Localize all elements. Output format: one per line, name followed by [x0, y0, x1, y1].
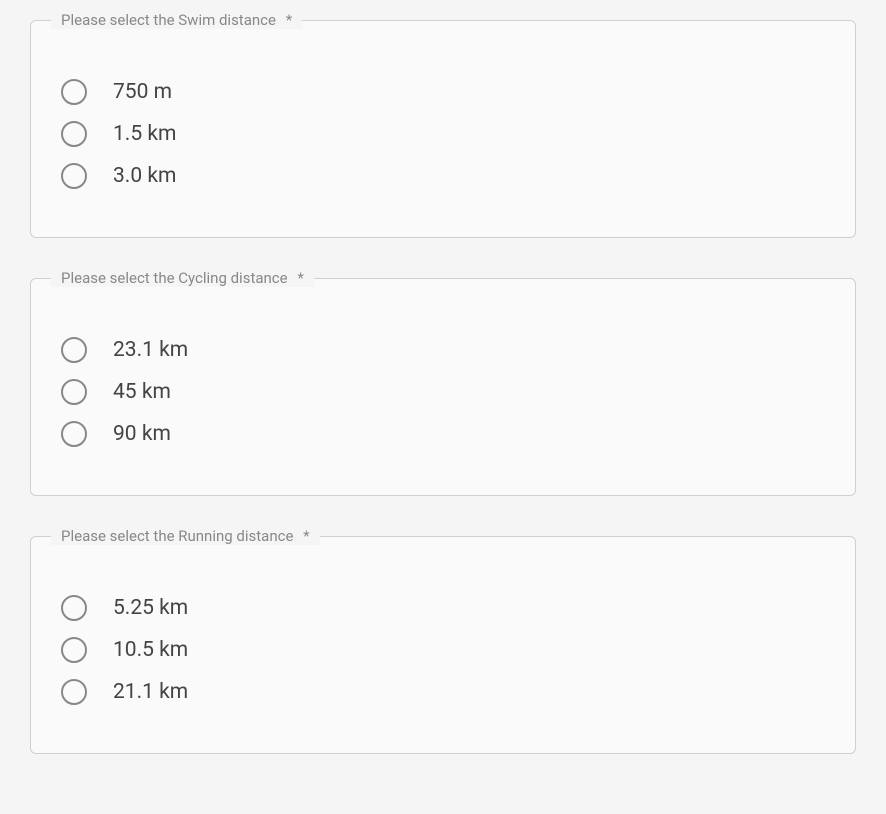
radio-icon — [61, 595, 87, 621]
swim-option-0[interactable]: 750 m — [61, 71, 825, 113]
radio-icon — [61, 637, 87, 663]
running-option-0[interactable]: 5.25 km — [61, 587, 825, 629]
swim-option-2[interactable]: 3.0 km — [61, 155, 825, 197]
radio-icon — [61, 79, 87, 105]
cycling-option-1[interactable]: 45 km — [61, 371, 825, 413]
swim-legend: Please select the Swim distance * — [51, 11, 302, 29]
cycling-legend-text: Please select the Cycling distance — [61, 269, 288, 287]
required-marker: * — [303, 527, 309, 545]
required-marker: * — [286, 11, 292, 29]
running-distance-group: Please select the Running distance * 5.2… — [30, 536, 856, 754]
required-marker: * — [297, 269, 303, 287]
radio-label: 1.5 km — [113, 122, 176, 146]
cycling-option-0[interactable]: 23.1 km — [61, 329, 825, 371]
radio-label: 10.5 km — [113, 638, 188, 662]
cycling-legend: Please select the Cycling distance * — [51, 269, 314, 287]
radio-label: 90 km — [113, 422, 171, 446]
cycling-option-2[interactable]: 90 km — [61, 413, 825, 455]
cycling-distance-group: Please select the Cycling distance * 23.… — [30, 278, 856, 496]
radio-icon — [61, 679, 87, 705]
radio-label: 5.25 km — [113, 596, 188, 620]
radio-icon — [61, 379, 87, 405]
running-option-1[interactable]: 10.5 km — [61, 629, 825, 671]
running-legend: Please select the Running distance * — [51, 527, 320, 545]
radio-label: 23.1 km — [113, 338, 188, 362]
radio-icon — [61, 121, 87, 147]
radio-label: 750 m — [113, 80, 172, 104]
swim-distance-group: Please select the Swim distance * 750 m … — [30, 20, 856, 238]
swim-legend-text: Please select the Swim distance — [61, 11, 276, 29]
radio-icon — [61, 337, 87, 363]
swim-option-1[interactable]: 1.5 km — [61, 113, 825, 155]
running-legend-text: Please select the Running distance — [61, 527, 293, 545]
radio-icon — [61, 421, 87, 447]
radio-icon — [61, 163, 87, 189]
running-option-2[interactable]: 21.1 km — [61, 671, 825, 713]
radio-label: 21.1 km — [113, 680, 188, 704]
radio-label: 45 km — [113, 380, 171, 404]
radio-label: 3.0 km — [113, 164, 176, 188]
